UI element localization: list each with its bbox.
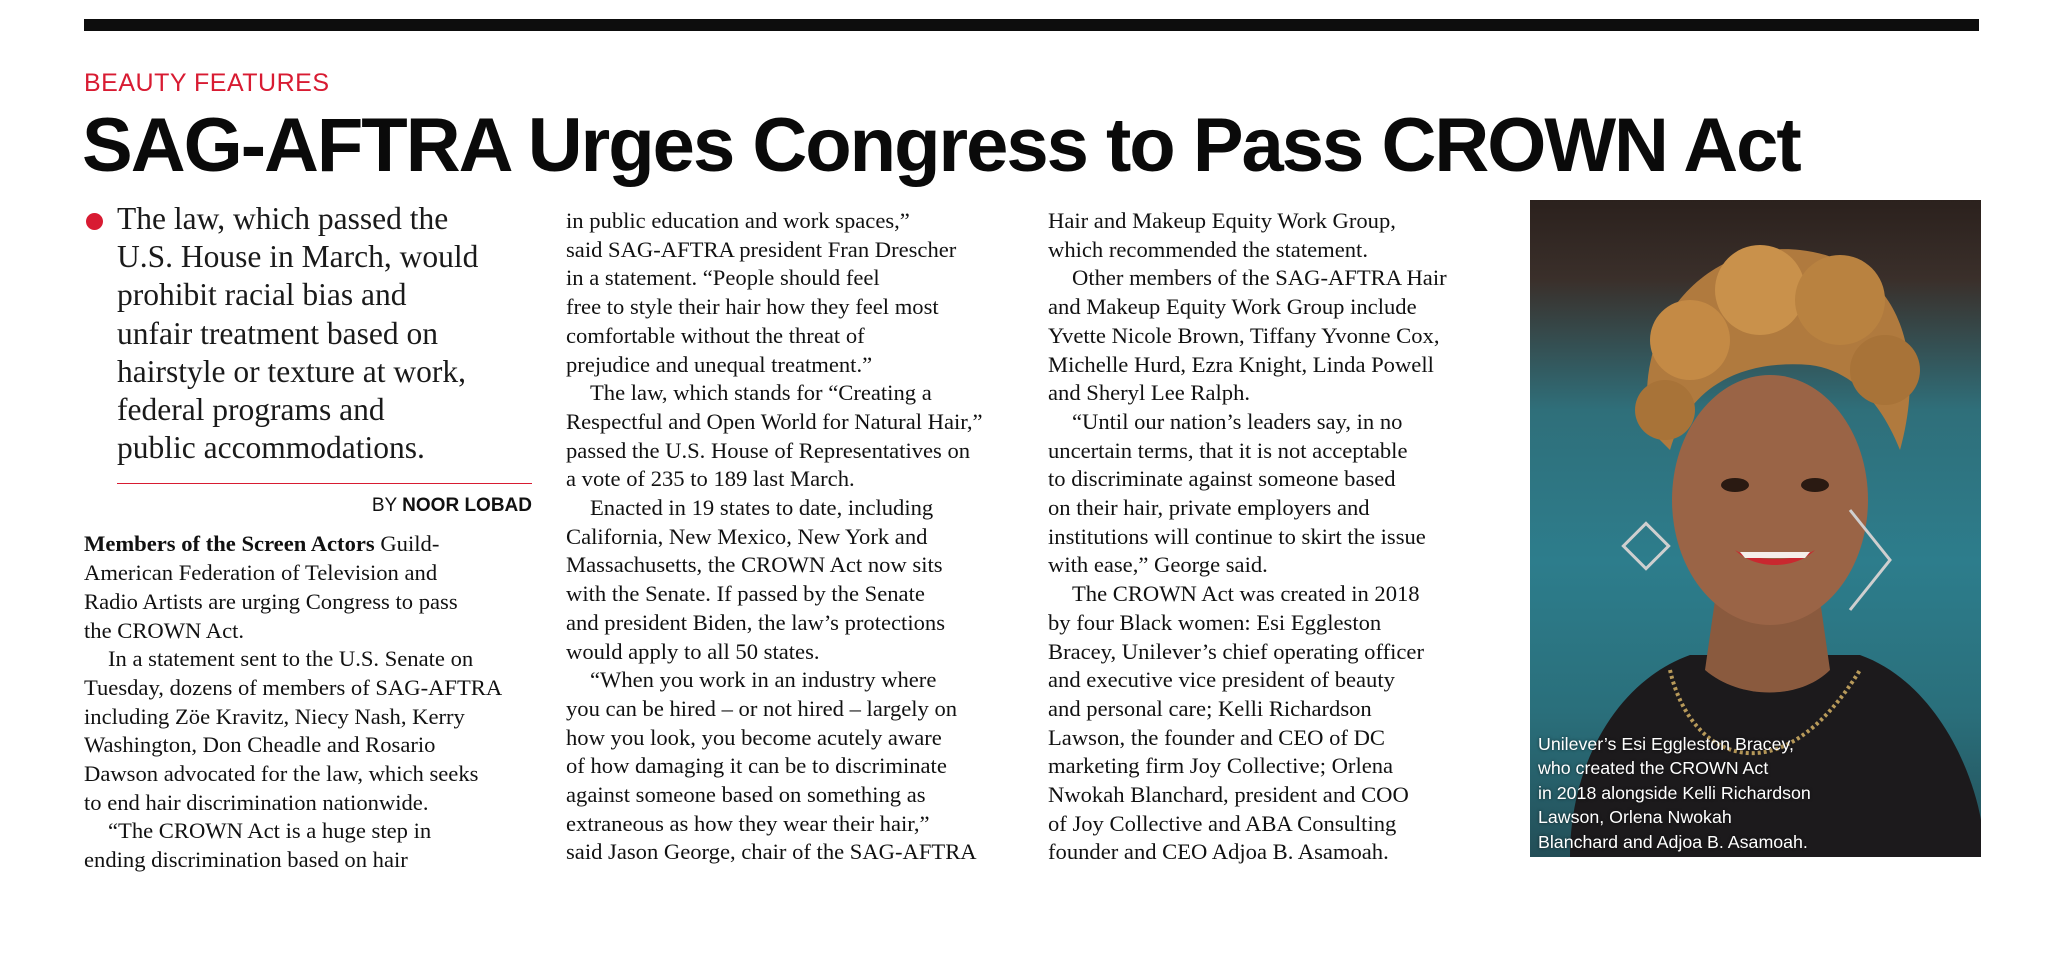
caption-line: Blanchard and Adjoa B. Asamoah. [1538, 831, 1808, 852]
deck-line: prohibit racial bias and [117, 277, 407, 313]
caption-line: Unilever’s Esi Eggleston Bracey, [1538, 734, 1794, 754]
body-line: uncertain terms, that it is not acceptab… [1048, 437, 1408, 463]
body-line: and president Biden, the law’s protectio… [566, 609, 945, 635]
byline-prefix: BY [371, 495, 397, 517]
headline: SAG-AFTRA Urges Congress to Pass CROWN A… [82, 103, 1802, 188]
body-line: “When you work in an industry where [590, 667, 937, 693]
body-line: Respectful and Open World for Natural Ha… [566, 408, 983, 434]
body-line: California, New Mexico, New York and [566, 523, 928, 549]
body-line: American Federation of Television and [84, 560, 438, 586]
body-line: would apply to all 50 states. [566, 638, 820, 664]
body-line: and Sheryl Lee Ralph. [1048, 380, 1251, 406]
body-line: prejudice and unequal treatment.” [566, 351, 873, 377]
lead-in: Members of the Screen Actors [84, 531, 375, 557]
body-line: ending discrimination based on hair [84, 847, 408, 873]
deck: The law, which passed the U.S. House in … [84, 200, 539, 467]
body-line: to end hair discrimination nationwide. [84, 789, 429, 815]
body-line: Enacted in 19 states to date, including [590, 495, 934, 521]
body-line: free to style their hair how they feel m… [566, 294, 939, 320]
body-line: said SAG-AFTRA president Fran Drescher [566, 236, 957, 262]
body-line: by four Black women: Esi Eggleston [1048, 609, 1382, 635]
body-line: against someone based on something as [566, 782, 926, 808]
body-line: Other members of the SAG-AFTRA Hair [1072, 265, 1447, 291]
body-line: “The CROWN Act is a huge step in [108, 818, 432, 844]
caption-line: who created the CROWN Act [1538, 758, 1769, 779]
deck-line: federal programs and [117, 392, 385, 428]
body-line: The law, which stands for “Creating a [590, 380, 932, 406]
top-rule [84, 19, 1979, 31]
body-line: Lawson, the founder and CEO of DC [1048, 724, 1385, 750]
body-line: the CROWN Act. [84, 617, 245, 643]
body-line: Washington, Don Cheadle and Rosario [84, 732, 436, 758]
column-1: The law, which passed the U.S. House in … [84, 200, 539, 875]
body-line: a vote of 235 to 189 last March. [566, 466, 855, 492]
body-line: how you look, you become acutely aware [566, 724, 942, 750]
body-line: institutions will continue to skirt the … [1048, 523, 1426, 549]
photo-caption: Unilever’s Esi Eggleston Bracey, who cre… [1538, 732, 1978, 854]
body-line: Nwokah Blanchard, president and COO [1048, 782, 1409, 808]
byline-author: NOOR LOBAD [402, 495, 532, 517]
lead-rest: Guild- [374, 531, 440, 557]
section-label: BEAUTY FEATURES [84, 69, 330, 97]
deck-line: unfair treatment based on [117, 315, 438, 351]
body-line: you can be hired – or not hired – largel… [566, 695, 958, 721]
body-line: Dawson advocated for the law, which seek… [84, 761, 479, 787]
body-line: Radio Artists are urging Congress to pas… [84, 588, 458, 614]
byline: BY NOOR LOBAD [84, 494, 532, 518]
body-line: Members of the Screen Actors Guild- [84, 530, 539, 559]
body-line: of how damaging it can be to discriminat… [566, 753, 947, 779]
body-line: In a statement sent to the U.S. Senate o… [108, 646, 474, 672]
body-line: The CROWN Act was created in 2018 [1072, 581, 1420, 607]
column-3: Hair and Makeup Equity Work Group, which… [1048, 207, 1508, 867]
deck-line: hairstyle or texture at work, [117, 353, 467, 389]
body-line: marketing firm Joy Collective; Orlena [1048, 753, 1394, 779]
caption-line: Lawson, Orlena Nwokah [1538, 807, 1732, 828]
body-line: which recommended the statement. [1048, 236, 1368, 262]
body-line: Massachusetts, the CROWN Act now sits [566, 552, 943, 578]
body-line: and Makeup Equity Work Group include [1048, 294, 1417, 320]
body-line: extraneous as how they wear their hair,” [566, 810, 930, 836]
body-line: on their hair, private employers and [1048, 495, 1370, 521]
body-line: founder and CEO Adjoa B. Asamoah. [1048, 839, 1389, 865]
deck-line: The law, which passed the [117, 201, 449, 236]
body-line: to discriminate against someone based [1048, 466, 1396, 492]
body-line: Bracey, Unilever’s chief operating offic… [1048, 638, 1424, 664]
body-line: Michelle Hurd, Ezra Knight, Linda Powell [1048, 351, 1434, 377]
deck-line: public accommodations. [117, 430, 425, 466]
body-line: in public education and work spaces,” [566, 208, 910, 233]
deck-divider [117, 483, 532, 485]
body-line: and executive vice president of beauty [1048, 667, 1395, 693]
column-2: in public education and work spaces,” sa… [566, 207, 1026, 867]
body-line: comfortable without the threat of [566, 322, 865, 348]
body-line: with ease,” George said. [1048, 552, 1268, 578]
body-line: Tuesday, dozens of members of SAG-AFTRA [84, 674, 503, 700]
body-line: “Until our nation’s leaders say, in no [1072, 408, 1403, 434]
body-line: passed the U.S. House of Representatives… [566, 437, 971, 463]
body-line: said Jason George, chair of the SAG-AFTR… [566, 839, 977, 865]
body-line: with the Senate. If passed by the Senate [566, 581, 925, 607]
article-body-start: Members of the Screen Actors Guild- Amer… [84, 530, 539, 874]
body-line: of Joy Collective and ABA Consulting [1048, 810, 1397, 836]
deck-line: U.S. House in March, would [117, 239, 479, 275]
body-line: and personal care; Kelli Richardson [1048, 695, 1372, 721]
bullet-dot-icon [86, 213, 103, 230]
caption-line: in 2018 alongside Kelli Richardson [1538, 782, 1811, 803]
body-line: Hair and Makeup Equity Work Group, [1048, 208, 1396, 233]
body-line: including Zöe Kravitz, Niecy Nash, Kerry [84, 703, 465, 729]
body-line: Yvette Nicole Brown, Tiffany Yvonne Cox, [1048, 322, 1440, 348]
body-line: in a statement. “People should feel [566, 265, 880, 291]
